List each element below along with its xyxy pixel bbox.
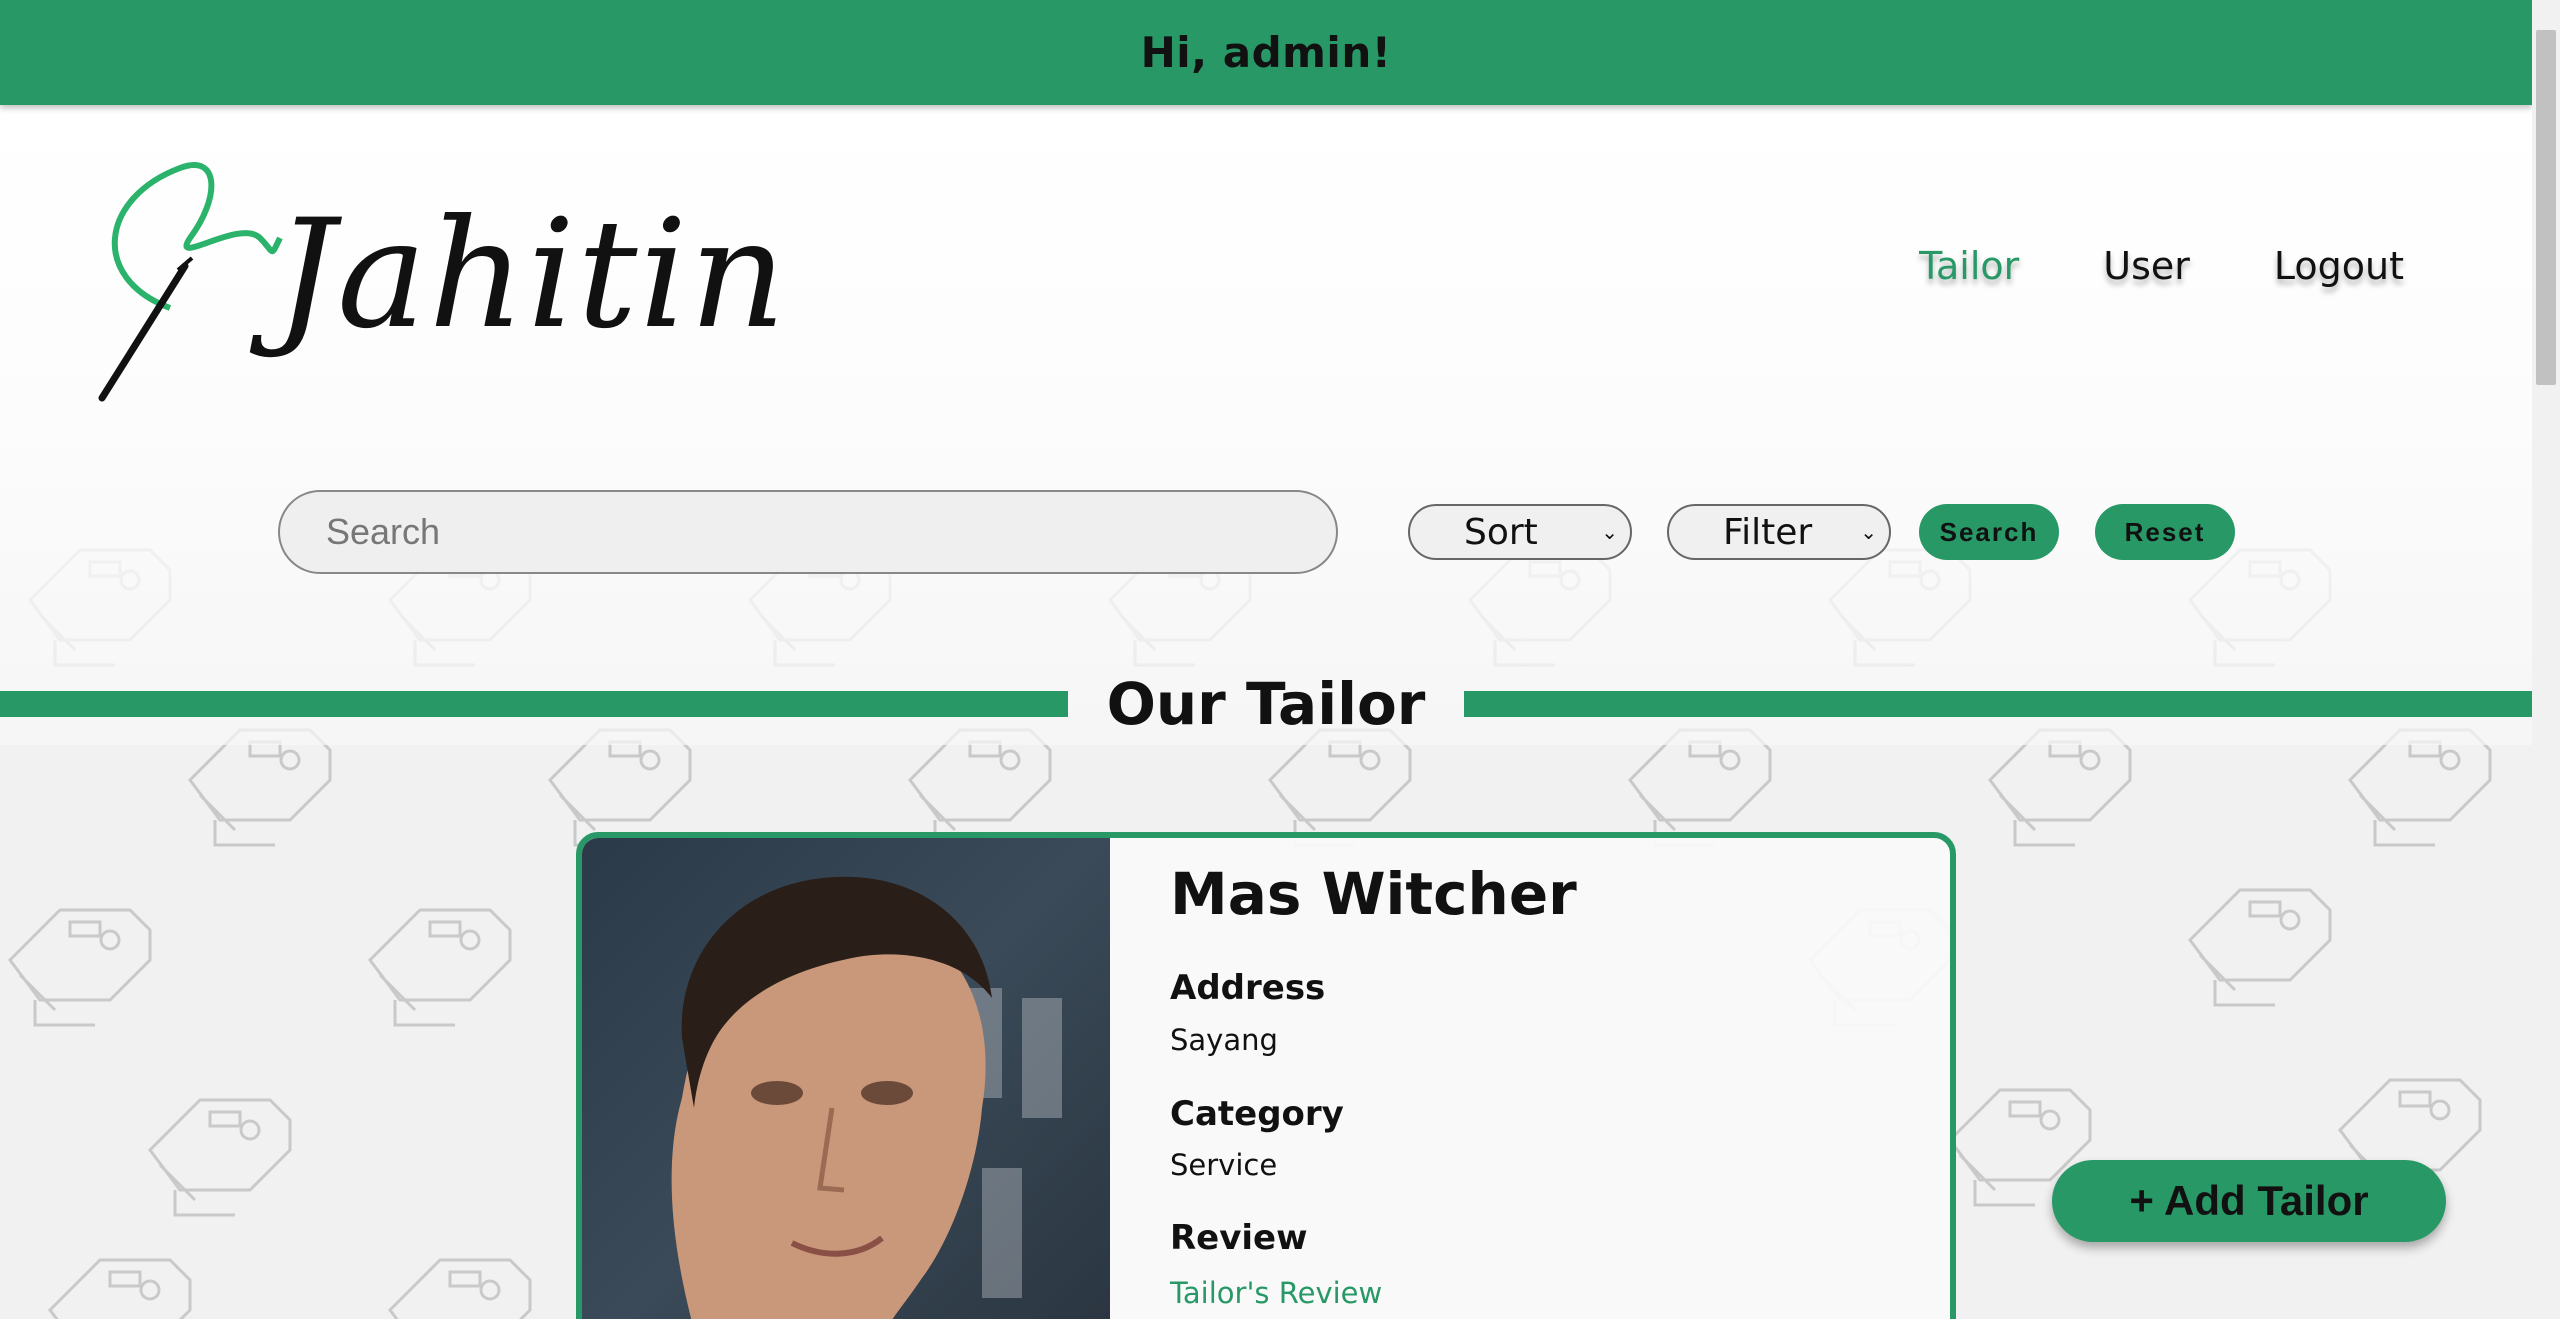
sort-select[interactable]: Sort ⌄ <box>1408 504 1632 560</box>
category-label: Category <box>1170 1094 1344 1134</box>
category-value: Service <box>1170 1148 1278 1182</box>
tailor-photo <box>582 838 1110 1319</box>
section-divider-right <box>1464 691 2532 717</box>
add-tailor-button[interactable]: + Add Tailor <box>2052 1160 2446 1242</box>
address-label: Address <box>1170 968 1326 1008</box>
section-divider-left <box>0 691 1068 717</box>
scrollbar-thumb[interactable] <box>2536 30 2556 385</box>
section-title: Our Tailor <box>1106 670 1426 738</box>
page-scrollbar[interactable] <box>2532 0 2560 1319</box>
reset-button[interactable]: Reset <box>2095 504 2235 560</box>
chevron-down-icon: ⌄ <box>1601 520 1618 544</box>
greeting-text: Hi, admin! <box>1140 28 1392 77</box>
main-nav: Tailor User Logout <box>1919 244 2404 288</box>
sort-select-label: Sort <box>1464 511 1538 553</box>
nav-item-tailor[interactable]: Tailor <box>1919 244 2019 288</box>
filter-select[interactable]: Filter ⌄ <box>1667 504 1891 560</box>
brand-name: Jahitin <box>275 188 788 362</box>
top-greeting-bar: Hi, admin! <box>0 0 2532 105</box>
section-heading: Our Tailor <box>0 670 2532 750</box>
nav-item-user[interactable]: User <box>2103 244 2190 288</box>
tailor-name: Mas Witcher <box>1170 860 1577 928</box>
tailor-review-link[interactable]: Tailor's Review <box>1170 1276 1382 1310</box>
brand-logo[interactable]: Jahitin <box>90 158 786 408</box>
review-label: Review <box>1170 1218 1308 1258</box>
search-input[interactable] <box>278 490 1338 574</box>
page: Hi, admin! Jahitin Tailor User Logout So… <box>0 0 2532 1319</box>
search-toolbar: Sort ⌄ Filter ⌄ Search Reset <box>278 490 2235 574</box>
filter-select-label: Filter <box>1723 511 1813 553</box>
search-button[interactable]: Search <box>1919 504 2059 560</box>
tailor-card[interactable]: Mas Witcher Address Sayang Category Serv… <box>576 832 1956 1319</box>
nav-item-logout[interactable]: Logout <box>2274 244 2404 288</box>
address-value: Sayang <box>1170 1023 1278 1057</box>
chevron-down-icon: ⌄ <box>1860 520 1877 544</box>
